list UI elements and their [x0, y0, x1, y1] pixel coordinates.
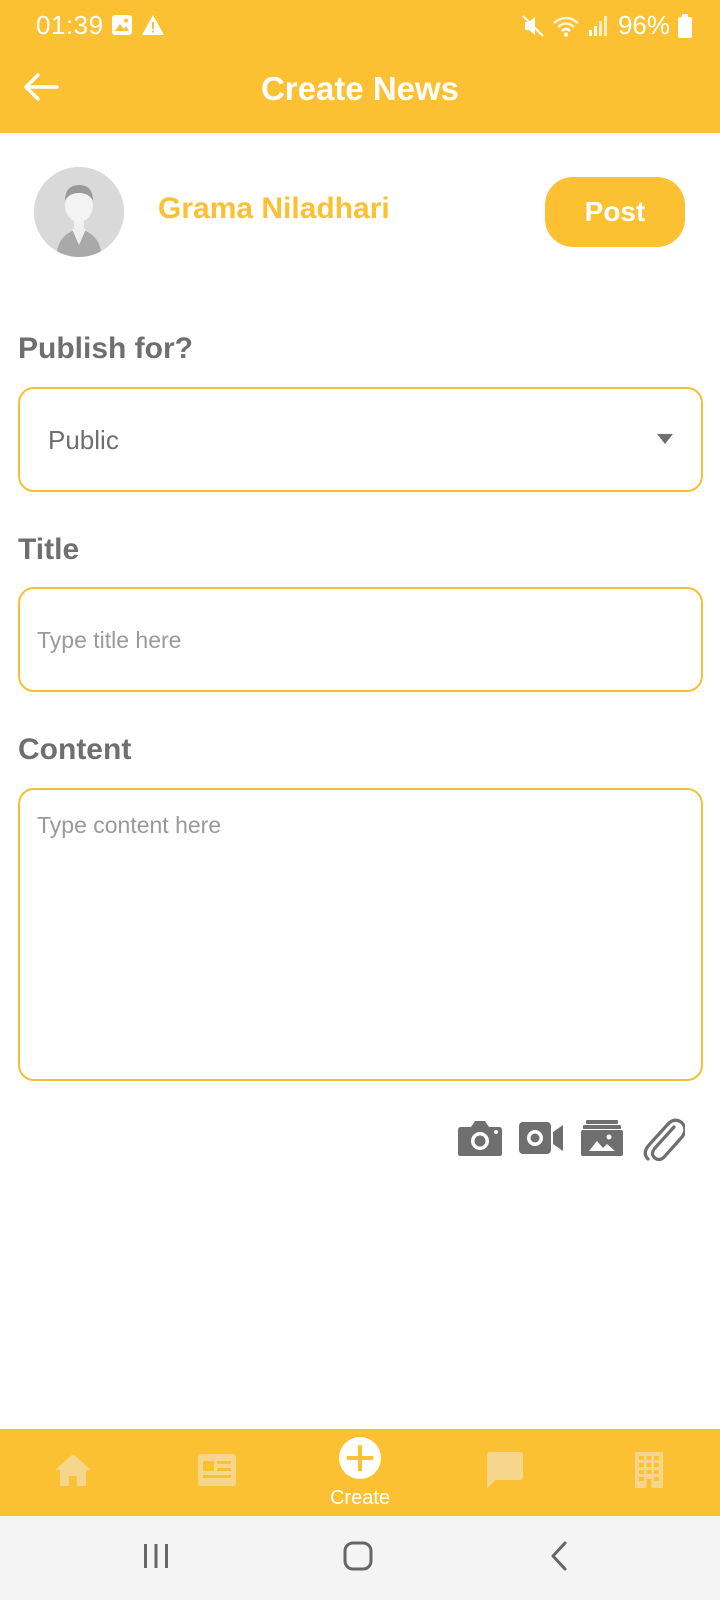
person-silhouette-icon — [34, 167, 124, 257]
gallery-icon[interactable] — [577, 1113, 627, 1163]
nav-chat[interactable] — [455, 1429, 555, 1516]
battery-icon — [678, 13, 692, 38]
warning-icon — [141, 14, 165, 41]
author-name: Grama Niladhari — [158, 192, 390, 225]
title-label: Title — [18, 533, 80, 566]
back-button[interactable] — [18, 66, 64, 112]
caret-down-icon — [657, 434, 673, 444]
back-system-button[interactable] — [529, 1538, 589, 1578]
system-nav-bar — [0, 1516, 720, 1600]
publish-label: Publish for? — [18, 332, 193, 365]
bottom-nav: Create — [0, 1429, 720, 1516]
title-input[interactable]: Type title here — [18, 587, 703, 692]
content-placeholder: Type content here — [37, 812, 222, 838]
nav-create-label: Create — [329, 1486, 391, 1509]
status-left-icons — [111, 14, 165, 41]
nav-create[interactable]: Create — [310, 1429, 410, 1516]
home-system-button[interactable] — [328, 1538, 388, 1578]
nav-home[interactable] — [23, 1429, 123, 1516]
app-header: 01:39 96% Create News — [0, 0, 720, 133]
publish-select-value: Public — [48, 425, 119, 455]
camera-icon[interactable] — [455, 1113, 505, 1163]
create-icon — [338, 1436, 382, 1485]
nav-building[interactable] — [599, 1429, 699, 1516]
status-time: 01:39 — [36, 10, 104, 40]
signal-icon — [588, 15, 610, 37]
video-icon[interactable] — [516, 1113, 566, 1163]
nav-news[interactable] — [167, 1429, 267, 1516]
news-icon — [197, 1453, 237, 1492]
chevron-left-icon — [547, 1540, 571, 1577]
battery-percent: 96% — [617, 10, 670, 40]
chat-icon — [486, 1451, 524, 1494]
status-bar: 01:39 96% — [0, 0, 720, 52]
content-textarea[interactable]: Type content here — [18, 788, 703, 1081]
home-icon — [53, 1452, 93, 1493]
arrow-left-icon — [23, 72, 59, 107]
mute-icon — [522, 14, 544, 38]
page-title: Create News — [260, 70, 460, 107]
content-label: Content — [18, 733, 132, 766]
post-button[interactable]: Post — [545, 177, 685, 247]
building-icon — [634, 1451, 664, 1494]
publish-select[interactable]: Public — [18, 387, 703, 492]
recent-apps-icon — [141, 1541, 171, 1576]
home-square-icon — [342, 1540, 374, 1577]
paperclip-icon[interactable] — [638, 1113, 688, 1163]
wifi-icon — [552, 15, 580, 37]
title-placeholder: Type title here — [37, 627, 182, 653]
status-right: 96% — [522, 10, 692, 41]
avatar — [34, 167, 124, 257]
attachment-toolbar — [455, 1113, 687, 1163]
recent-apps-button[interactable] — [126, 1538, 186, 1578]
image-icon — [111, 14, 133, 41]
